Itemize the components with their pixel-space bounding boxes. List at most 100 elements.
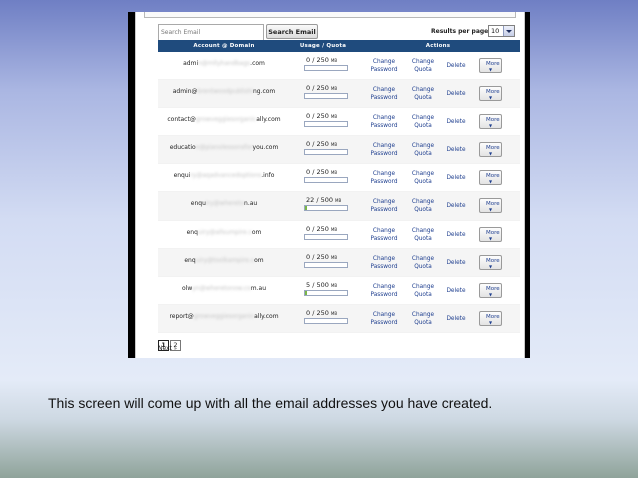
change-password-line1: Change xyxy=(372,59,396,65)
more-button[interactable]: More ▼ xyxy=(479,86,502,102)
change-quota-link[interactable]: Change Quota xyxy=(408,255,438,271)
results-per-page-value: 10 xyxy=(491,27,500,35)
change-quota-line1: Change xyxy=(411,87,435,94)
email-prefix: enq xyxy=(186,228,198,236)
change-quota-link[interactable]: Change Quota xyxy=(408,283,438,299)
change-password-link[interactable]: Change Password xyxy=(366,86,402,102)
usage-quota-text: 0 / 250 MB xyxy=(306,168,337,176)
table-row: enquiry@aqadvancedoptions.info 0 / 250 MB C… xyxy=(158,164,520,193)
delete-link[interactable]: Delete xyxy=(442,231,470,239)
delete-link[interactable]: Delete xyxy=(442,174,470,182)
change-password-line1: Change xyxy=(372,311,396,318)
change-password-link[interactable]: Change Password xyxy=(366,114,402,130)
change-quota-link[interactable]: Change Quota xyxy=(408,114,438,130)
change-quota-line2: Quota xyxy=(414,263,432,270)
email-address: admin@brentwoodpublishing.com xyxy=(158,88,290,95)
more-button[interactable]: More ▼ xyxy=(479,170,502,186)
results-per-page-select[interactable]: 10 xyxy=(488,25,515,37)
change-password-link[interactable]: Change Password xyxy=(366,170,402,186)
email-suffix: om xyxy=(254,256,264,264)
change-password-line2: Password xyxy=(370,151,398,158)
delete-link[interactable]: Delete xyxy=(442,202,470,210)
change-password-link[interactable]: Change Password xyxy=(366,142,402,158)
table-row: admin@mllyhandbags.com 0 / 250 MB Change Pas… xyxy=(158,52,520,81)
change-quota-line1: Change xyxy=(411,171,435,178)
change-quota-link[interactable]: Change Quota xyxy=(408,198,438,214)
accounts-table: Account @ Domain Usage / Quota Actions a… xyxy=(158,40,520,333)
change-password-line2: Password xyxy=(370,179,398,186)
usage-bar xyxy=(304,317,348,324)
change-quota-link[interactable]: Change Quota xyxy=(408,170,438,186)
change-quota-line2: Quota xyxy=(414,291,432,298)
change-password-link[interactable]: Change Password xyxy=(366,58,402,74)
usage-value: 5 / 500 xyxy=(306,280,329,289)
change-password-link[interactable]: Change Password xyxy=(366,227,402,243)
email-prefix: report@ xyxy=(169,312,194,320)
delete-link[interactable]: Delete xyxy=(442,259,470,267)
results-per-page-label: Results per page: xyxy=(431,28,491,35)
delete-link[interactable]: Delete xyxy=(442,90,470,98)
email-address: olwyn@wheretonow.com.au xyxy=(158,285,290,292)
change-quota-line1: Change xyxy=(411,227,435,234)
delete-link[interactable]: Delete xyxy=(442,118,470,126)
change-password-link[interactable]: Change Password xyxy=(366,198,402,214)
chevron-down-icon: ▼ xyxy=(488,263,493,269)
more-button[interactable]: More ▼ xyxy=(479,226,502,242)
delete-link[interactable]: Delete xyxy=(442,287,470,295)
more-button[interactable]: More ▼ xyxy=(479,58,502,73)
chevron-down-icon: ▼ xyxy=(488,151,493,157)
email-address: education@pianolessonsforyou.com xyxy=(158,144,290,151)
email-prefix: contact@ xyxy=(167,116,196,124)
usage-unit: MB xyxy=(330,170,338,176)
change-quota-link[interactable]: Change Quota xyxy=(408,142,438,158)
change-password-line2: Password xyxy=(370,123,398,130)
more-button[interactable]: More ▼ xyxy=(479,310,502,326)
delete-link[interactable]: Delete xyxy=(442,315,470,323)
change-quota-link[interactable]: Change Quota xyxy=(408,86,438,102)
usage-value: 0 / 250 xyxy=(306,84,329,93)
change-quota-link[interactable]: Change Quota xyxy=(408,227,438,243)
more-button[interactable]: More ▼ xyxy=(479,142,502,158)
search-email-button[interactable]: Search Email xyxy=(266,24,318,39)
email-suffix: .com xyxy=(250,60,265,67)
more-button[interactable]: More ▼ xyxy=(479,198,502,214)
email-address: report@growveggiesorganically.com xyxy=(158,313,290,320)
header-usage-quota[interactable]: Usage / Quota xyxy=(290,43,356,49)
more-button[interactable]: More ▼ xyxy=(479,114,502,130)
email-suffix: .info xyxy=(261,172,275,180)
usage-quota-text: 0 / 250 MB xyxy=(306,140,337,148)
more-label: More xyxy=(486,257,500,264)
change-password-link[interactable]: Change Password xyxy=(366,311,402,327)
change-quota-line1: Change xyxy=(411,199,435,206)
more-button[interactable]: More ▼ xyxy=(479,282,502,298)
usage-unit: MB xyxy=(335,198,342,204)
email-blurred: uiry@toolkampire.c xyxy=(195,256,255,264)
chevron-down-icon: ▼ xyxy=(488,95,493,101)
usage-value: 0 / 250 xyxy=(306,308,329,317)
usage-bar xyxy=(304,149,348,156)
change-password-link[interactable]: Change Password xyxy=(366,283,402,299)
header-account-domain[interactable]: Account @ Domain xyxy=(158,43,290,49)
change-quota-line2: Quota xyxy=(414,319,432,326)
next-label: Next xyxy=(158,345,172,352)
change-quota-link[interactable]: Change Quota xyxy=(408,311,438,327)
table-header: Account @ Domain Usage / Quota Actions xyxy=(158,40,520,52)
email-prefix: enqu xyxy=(190,200,206,208)
change-quota-line2: Quota xyxy=(414,235,432,242)
chevron-down-icon: ▼ xyxy=(488,291,493,297)
usage-unit: MB xyxy=(330,282,338,288)
search-email-input[interactable] xyxy=(158,24,264,41)
usage-quota-text: 0 / 250 MB xyxy=(306,309,337,317)
change-password-link[interactable]: Change Password xyxy=(366,255,402,271)
change-quota-link[interactable]: Change Quota xyxy=(408,58,438,74)
email-blurred: ry@aqadvancedoptions xyxy=(190,172,262,180)
delete-link[interactable]: Delete xyxy=(442,62,470,70)
more-button[interactable]: More ▼ xyxy=(479,254,502,270)
change-password-line2: Password xyxy=(370,235,398,242)
usage-bar-fill xyxy=(305,290,307,295)
table-row: enquiry@toolkampire.com 0 / 250 MB Change Pa… xyxy=(158,248,520,277)
next-page-link[interactable]: Next » xyxy=(158,345,177,352)
usage-value: 0 / 250 xyxy=(306,224,329,233)
chevron-down-icon[interactable] xyxy=(503,26,514,36)
delete-link[interactable]: Delete xyxy=(442,146,470,154)
